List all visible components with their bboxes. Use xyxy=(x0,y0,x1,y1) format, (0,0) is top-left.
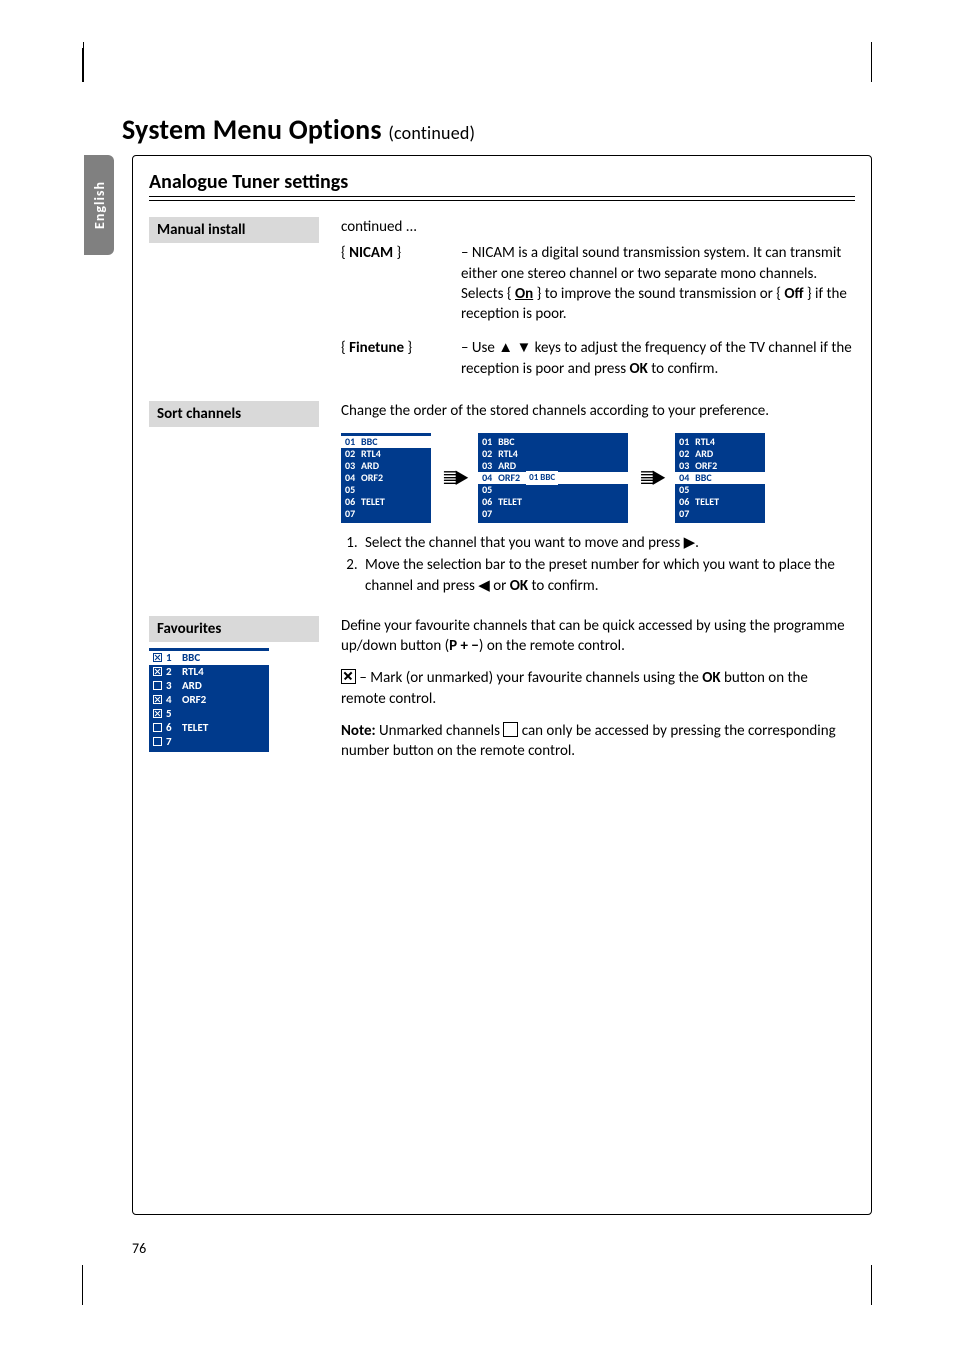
checked-box-icon xyxy=(341,669,356,684)
empty-box-icon xyxy=(153,681,162,690)
channel-row: 05 xyxy=(345,484,427,496)
favourite-row: 3ARD xyxy=(153,679,265,693)
page-number: 76 xyxy=(132,1240,146,1257)
sort-step-2: Move the selection bar to the preset num… xyxy=(361,555,855,596)
label-manual-install: Manual install xyxy=(149,217,319,243)
empty-box-icon xyxy=(153,737,162,746)
channel-list-box-2: 01BBC02RTL403ARD04ORF201 BBC0506TELET07 xyxy=(478,433,628,523)
finetune-ok: OK xyxy=(630,360,648,378)
sort-diagram: 01BBC02RTL403ARD04ORF20506TELET07 𝍤▶ 01B… xyxy=(341,433,855,523)
channel-row: 03ORF2 xyxy=(679,460,761,472)
channel-row: 06TELET xyxy=(345,496,427,508)
sort-step2-post: to confirm. xyxy=(528,577,598,595)
option-finetune: { Finetune } – Use ▲ ▼ keys to adjust th… xyxy=(341,338,855,379)
favourite-row: 2RTL4 xyxy=(153,665,265,679)
title-main: System Menu Options xyxy=(122,112,382,147)
channel-row: 07 xyxy=(679,508,761,520)
title-continued: (continued) xyxy=(388,122,475,144)
arrow-icon: 𝍤▶ xyxy=(443,466,466,490)
finetune-key: Finetune xyxy=(349,339,404,357)
channel-row: 07 xyxy=(345,508,427,520)
empty-box-icon xyxy=(503,722,518,737)
finetune-desc-post: to confirm. xyxy=(648,360,718,378)
option-nicam: { NICAM } – NICAM is a digital sound tra… xyxy=(341,243,855,324)
favourite-row: 5 xyxy=(153,707,265,721)
empty-box-icon xyxy=(153,723,162,732)
nicam-description: – NICAM is a digital sound transmission … xyxy=(461,243,855,324)
sort-step2-ok: OK xyxy=(510,577,528,595)
channel-row: 05 xyxy=(679,484,761,496)
moving-channel-tag: 01 BBC xyxy=(526,471,558,485)
fav-mark-pre: – Mark (or unmarked) your favourite chan… xyxy=(356,669,702,687)
nicam-key: NICAM xyxy=(349,244,393,262)
checked-box-icon xyxy=(153,667,162,676)
channel-row: 04BBC xyxy=(675,472,765,484)
row-manual-install: Manual install continued ... { NICAM } –… xyxy=(149,217,855,379)
arrow-icon: 𝍤▶ xyxy=(640,466,663,490)
channel-row: 05 xyxy=(482,484,624,496)
fav-intro-post: ) on the remote control. xyxy=(479,637,625,655)
continued-text: continued ... xyxy=(341,217,855,237)
favourites-list-box: 1BBC2RTL43ARD4ORF256TELET7 xyxy=(149,648,269,752)
finetune-description: – Use ▲ ▼ keys to adjust the frequency o… xyxy=(461,338,855,379)
favourite-row: 1BBC xyxy=(149,651,269,665)
nicam-mid: } to improve the sound transmission or { xyxy=(533,285,784,303)
channel-list-box-3: 01RTL402ARD03ORF204BBC0506TELET07 xyxy=(675,433,765,523)
channel-row: 06TELET xyxy=(679,496,761,508)
fav-mark-line: – Mark (or unmarked) your favourite chan… xyxy=(341,668,855,709)
favourite-row: 6TELET xyxy=(153,721,265,735)
channel-row: 04ORF201 BBC xyxy=(478,472,628,484)
checked-box-icon xyxy=(153,695,162,704)
row-sort-channels: Sort channels Change the order of the st… xyxy=(149,401,855,598)
checked-box-icon xyxy=(153,709,162,718)
channel-list-box-1: 01BBC02RTL403ARD04ORF20506TELET07 xyxy=(341,433,431,523)
crop-mark-top-right xyxy=(850,48,872,82)
channel-row: 03ARD xyxy=(345,460,427,472)
favourite-row: 7 xyxy=(153,735,265,749)
crop-mark-top-left xyxy=(82,48,105,82)
checked-box-icon xyxy=(153,653,162,662)
fav-note-bold: Note: xyxy=(341,722,376,740)
fav-note: Note: Unmarked channels can only be acce… xyxy=(341,721,855,762)
double-rule xyxy=(149,196,855,201)
channel-row: 02RTL4 xyxy=(345,448,427,460)
nicam-on: On xyxy=(515,285,533,303)
language-side-tab: English xyxy=(84,155,114,255)
nicam-off: Off xyxy=(784,285,803,303)
fav-mark-ok: OK xyxy=(702,669,720,687)
row-favourites: Favourites 1BBC2RTL43ARD4ORF256TELET7 De… xyxy=(149,616,855,762)
favourite-row: 4ORF2 xyxy=(153,693,265,707)
channel-row: 04ORF2 xyxy=(345,472,427,484)
channel-row: 02ARD xyxy=(679,448,761,460)
channel-row: 06TELET xyxy=(482,496,624,508)
channel-row: 01BBC xyxy=(341,436,431,448)
channel-row: 02RTL4 xyxy=(482,448,624,460)
channel-row: 01RTL4 xyxy=(679,436,761,448)
channel-row: 01BBC xyxy=(482,436,624,448)
sort-step-1: Select the channel that you want to move… xyxy=(361,533,855,553)
page: English System Menu Options (continued) … xyxy=(0,0,954,1347)
fav-intro: Define your favourite channels that can … xyxy=(341,616,855,657)
fav-intro-bold: P + − xyxy=(449,637,479,655)
section-heading: Analogue Tuner settings xyxy=(149,170,855,194)
sort-steps: Select the channel that you want to move… xyxy=(341,533,855,596)
page-title: System Menu Options (continued) xyxy=(122,112,475,147)
sort-intro: Change the order of the stored channels … xyxy=(341,401,855,421)
sort-step2-pre: Move the selection bar to the preset num… xyxy=(365,556,835,594)
language-label: English xyxy=(91,181,108,229)
label-favourites: Favourites xyxy=(149,616,319,642)
content-frame: Analogue Tuner settings Manual install c… xyxy=(132,155,872,1215)
label-sort-channels: Sort channels xyxy=(149,401,319,427)
channel-row: 07 xyxy=(482,508,624,520)
fav-note-pre: Unmarked channels xyxy=(376,722,504,740)
